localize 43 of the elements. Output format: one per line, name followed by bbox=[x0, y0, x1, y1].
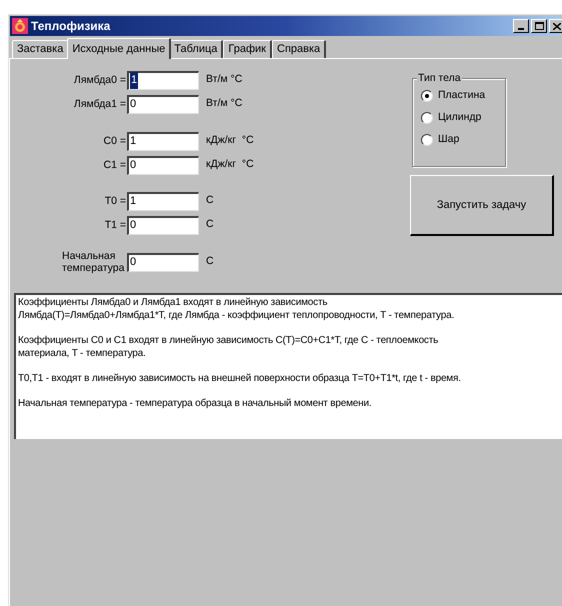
minimize-button[interactable] bbox=[513, 19, 529, 33]
radio-option[interactable]: Шар bbox=[421, 133, 505, 146]
unit-label: кДж/кг °С bbox=[206, 157, 254, 172]
minimize-icon bbox=[518, 28, 524, 30]
input-field[interactable]: 0 bbox=[127, 252, 199, 272]
unit-label: Вт/м °С bbox=[206, 96, 242, 112]
unit-label: Вт/м °С bbox=[206, 72, 242, 88]
help-paragraph: Начальная температура - температура образца в начальный момент времени. bbox=[18, 397, 372, 410]
unit-label: С bbox=[206, 254, 214, 270]
radio-option[interactable]: Цилиндр bbox=[421, 111, 505, 124]
run-task-button[interactable]: Запустить задачу bbox=[410, 175, 554, 236]
tab[interactable]: Таблица bbox=[169, 40, 224, 58]
unit-label: С bbox=[206, 217, 214, 232]
help-paragraph: Коэффициенты Лямбда0 и Лямбда1 входят в линейную зависимость Лямбда(T)=Лямбда0+Лямбда1*T, где Лямбда - коэффициент теплопроводности, T - температура. bbox=[18, 296, 456, 322]
window-title: Теплофизика bbox=[31, 18, 110, 35]
input-field[interactable]: 0 bbox=[127, 216, 199, 234]
close-icon bbox=[553, 22, 561, 30]
tab[interactable]: Заставка bbox=[12, 40, 70, 58]
unit-label: С bbox=[206, 193, 214, 208]
group-title: Тип тела bbox=[417, 72, 462, 84]
maximize-button[interactable] bbox=[531, 19, 547, 33]
field-label: C1 = bbox=[104, 159, 126, 171]
tab[interactable]: Исходные данные bbox=[67, 38, 172, 59]
maximize-icon bbox=[534, 22, 544, 30]
help-paragraph: T0,T1 - входят в линейную зависимость на внешней поверхности образца T=T0+T1*t, где t - время. bbox=[18, 372, 462, 385]
tab[interactable]: Справка bbox=[272, 40, 326, 58]
app-logo-icon bbox=[12, 18, 28, 34]
field-label: Лямбда0 = bbox=[74, 74, 126, 86]
input-field[interactable]: 1 bbox=[127, 70, 199, 90]
tab[interactable]: График bbox=[223, 40, 272, 58]
field-label: C0 = bbox=[104, 135, 126, 147]
field-label: T0 = bbox=[104, 195, 126, 207]
field-label: Начальная температура bbox=[62, 250, 124, 274]
field-label: T1 = bbox=[104, 219, 126, 231]
close-button[interactable] bbox=[549, 19, 562, 33]
unit-label: кДж/кг °С bbox=[206, 133, 254, 148]
input-field[interactable]: 0 bbox=[127, 94, 199, 114]
help-paragraph: Коэффициенты C0 и C1 входят в линейную зависимость C(T)=C0+C1*T, где C - теплоемкость материала, T - температура. bbox=[18, 334, 440, 360]
radio-option[interactable]: Пластина bbox=[421, 89, 505, 102]
field-label: Лямбда1 = bbox=[74, 98, 126, 110]
input-field[interactable]: 1 bbox=[127, 192, 199, 210]
input-field[interactable]: 0 bbox=[127, 156, 199, 174]
input-field[interactable]: 1 bbox=[127, 132, 199, 150]
